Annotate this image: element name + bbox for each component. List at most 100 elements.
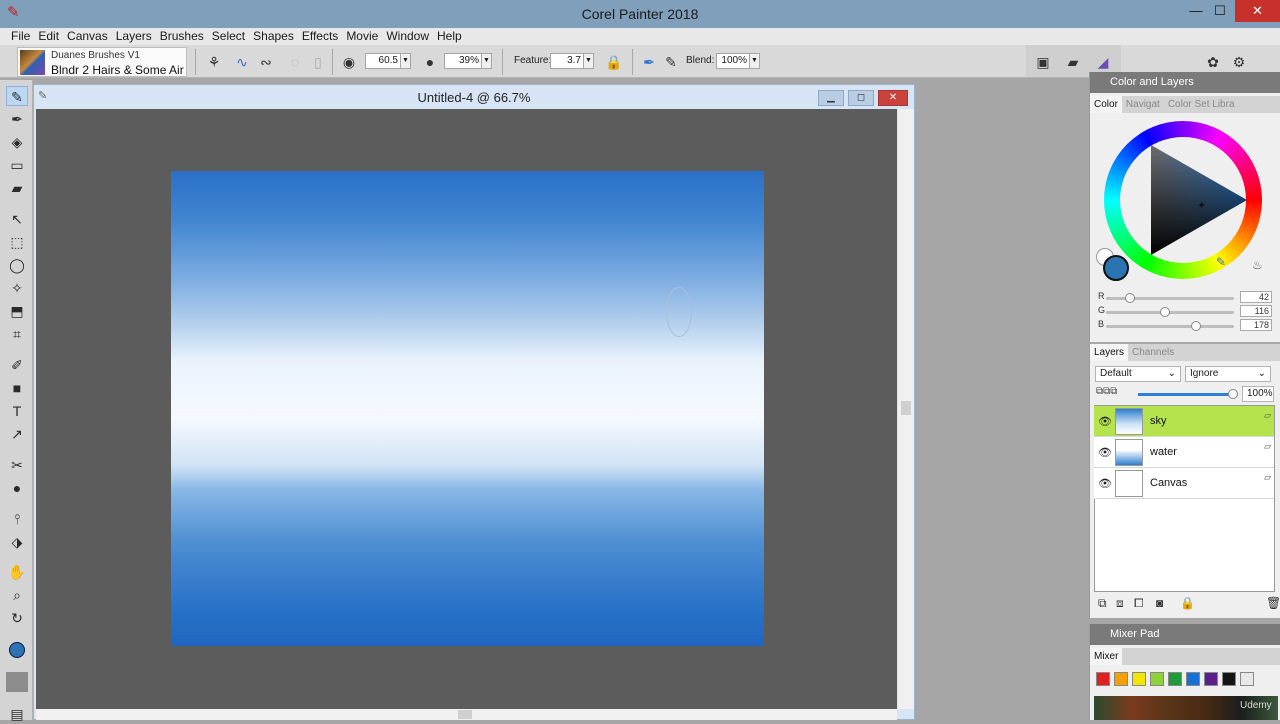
dodge-icon[interactable]: ● <box>6 478 28 498</box>
grabber-hand-icon[interactable]: ✋ <box>6 562 28 582</box>
rectangle-shape-icon[interactable]: ■ <box>6 378 28 398</box>
menu-canvas[interactable]: Canvas <box>63 28 112 44</box>
painting-canvas[interactable] <box>171 171 764 646</box>
eraser-icon[interactable]: ▰ <box>1064 53 1082 71</box>
tab-navigator[interactable]: Navigat <box>1122 96 1164 113</box>
opacity-field[interactable]: 39% ▼ <box>444 53 492 69</box>
crop-icon[interactable]: ⌗ <box>6 324 28 344</box>
rectangular-selection-icon[interactable]: ⬚ <box>6 232 28 252</box>
smudge-icon[interactable]: ◢ <box>1094 53 1112 71</box>
pencil-icon[interactable]: ✎ <box>662 53 680 71</box>
rectangle-fill-icon[interactable]: ▭ <box>6 155 28 175</box>
mixer-swatch-purple[interactable] <box>1204 672 1218 686</box>
mixer-swatch-yellow[interactable] <box>1132 672 1146 686</box>
mixer-swatch-white[interactable] <box>1240 672 1254 686</box>
layer-lock-icons[interactable]: ⧉⧉⧉ <box>1096 386 1117 397</box>
trash-icon[interactable]: 🗑 <box>1266 596 1280 610</box>
green-value[interactable]: 116 <box>1240 305 1272 317</box>
dab-preview-icon[interactable]: ∾ <box>257 53 275 71</box>
layer-mask-icon[interactable]: ◙ <box>1156 596 1163 610</box>
layer-adjuster-icon[interactable]: ↖ <box>6 209 28 229</box>
menu-movie[interactable]: Movie <box>342 28 382 44</box>
layer-opacity-knob[interactable] <box>1228 389 1238 399</box>
layer-row-canvas[interactable]: 👁 Canvas ▱ <box>1094 468 1274 499</box>
color-variability-icon[interactable]: ♨ <box>1252 258 1263 272</box>
stroke-type-icon[interactable]: ▯ <box>309 53 327 71</box>
vertical-scrollbar[interactable] <box>898 109 914 709</box>
paint-bucket-icon[interactable]: ◈ <box>6 132 28 152</box>
text-tool-icon[interactable]: T <box>6 401 28 421</box>
magnifier-icon[interactable]: ⌕ <box>6 585 28 605</box>
tab-color[interactable]: Color <box>1090 96 1122 113</box>
group-layers-icon[interactable]: ⧈ <box>1116 596 1124 611</box>
main-color-large-swatch[interactable] <box>1103 255 1129 281</box>
brush-selector[interactable]: Duanes Brushes V1 Blndr 2 Hairs & Some A… <box>17 47 187 77</box>
eraser-tool-icon[interactable]: ▰ <box>6 178 28 198</box>
maximize-button[interactable]: ☐ <box>1206 0 1234 22</box>
menu-layers[interactable]: Layers <box>112 28 156 44</box>
menu-help[interactable]: Help <box>433 28 466 44</box>
paper-texture-icon[interactable] <box>6 672 28 692</box>
layer-row-water[interactable]: 👁 water ▱ <box>1094 437 1274 468</box>
pattern-icon[interactable]: ▤ <box>6 704 28 724</box>
mixer-swatch-blue[interactable] <box>1186 672 1200 686</box>
menu-edit[interactable]: Edit <box>34 28 63 44</box>
dropper-icon[interactable]: ✒ <box>640 53 658 71</box>
gear-icon[interactable]: ⚙ <box>1230 53 1248 71</box>
layer-opacity-track[interactable] <box>1138 393 1232 396</box>
stroke-attributes-icon[interactable]: ∿ <box>233 53 251 71</box>
document-minimize-button[interactable]: ▁ <box>818 90 844 106</box>
tab-channels[interactable]: Channels <box>1128 344 1178 361</box>
eye-icon[interactable]: 👁 <box>1098 446 1112 459</box>
duplicate-layer-icon[interactable]: ⧠ <box>1134 596 1144 611</box>
composite-method-select[interactable]: Default ⌄ <box>1095 366 1181 382</box>
eye-icon[interactable]: 👁 <box>1098 477 1112 490</box>
layer-commands-icon[interactable]: ⧉ <box>1098 596 1107 611</box>
layer-opacity-field[interactable]: 100% <box>1242 386 1274 402</box>
mixer-swatch-light-green[interactable] <box>1150 672 1164 686</box>
mixer-swatch-black[interactable] <box>1222 672 1236 686</box>
document-restore-button[interactable]: ◻ <box>848 90 874 106</box>
mixer-swatch-red[interactable] <box>1096 672 1110 686</box>
eye-icon[interactable]: 👁 <box>1098 415 1112 428</box>
eyedropper-small-icon[interactable]: ✎ <box>1216 255 1226 269</box>
lasso-icon[interactable]: ◯ <box>6 255 28 275</box>
blue-slider[interactable]: B 178 <box>1098 319 1278 333</box>
lock-icon[interactable]: 🔒 <box>605 53 623 71</box>
cloner-icon[interactable]: ✂ <box>6 455 28 475</box>
magic-wand-icon[interactable]: ✧ <box>6 278 28 298</box>
transform-icon[interactable]: ⬒ <box>6 301 28 321</box>
green-slider[interactable]: G 116 <box>1098 305 1278 319</box>
green-knob[interactable] <box>1160 307 1170 317</box>
stylus-icon[interactable]: ◌ <box>286 53 304 71</box>
chevron-down-icon[interactable]: ▼ <box>583 54 593 68</box>
menu-file[interactable]: File <box>0 28 34 44</box>
red-value[interactable]: 42 <box>1240 291 1272 303</box>
menu-brushes[interactable]: Brushes <box>156 28 208 44</box>
chevron-down-icon[interactable]: ▼ <box>400 54 410 68</box>
close-button[interactable]: ✕ <box>1235 0 1280 22</box>
document-close-button[interactable]: ✕ <box>878 90 908 106</box>
main-color-swatch[interactable] <box>6 640 28 660</box>
menu-shapes[interactable]: Shapes <box>249 28 298 44</box>
red-slider[interactable]: R 42 <box>1098 291 1278 305</box>
brush-tool-icon[interactable]: ✎ <box>6 86 28 106</box>
blue-knob[interactable] <box>1191 321 1201 331</box>
chevron-down-icon[interactable]: ▼ <box>481 54 491 68</box>
red-knob[interactable] <box>1125 293 1135 303</box>
blue-track[interactable] <box>1106 325 1234 328</box>
horizontal-scroll-thumb[interactable] <box>458 710 472 719</box>
mixer-swatch-green[interactable] <box>1168 672 1182 686</box>
feature-field[interactable]: 3.7 ▼ <box>550 53 594 69</box>
menu-select[interactable]: Select <box>208 28 249 44</box>
divine-proportion-icon[interactable]: ⬗ <box>6 532 28 552</box>
tab-layers[interactable]: Layers <box>1090 344 1129 361</box>
layer-row-sky[interactable]: 👁 sky ▱ <box>1094 406 1274 437</box>
blue-value[interactable]: 178 <box>1240 319 1272 331</box>
menu-window[interactable]: Window <box>382 28 433 44</box>
vertical-scroll-thumb[interactable] <box>901 401 911 415</box>
preserve-mode-select[interactable]: Ignore ⌄ <box>1185 366 1271 382</box>
chevron-down-icon[interactable]: ▼ <box>749 54 759 68</box>
rotate-page-icon[interactable]: ↻ <box>6 608 28 628</box>
dropper-tool-icon[interactable]: ✒ <box>6 109 28 129</box>
